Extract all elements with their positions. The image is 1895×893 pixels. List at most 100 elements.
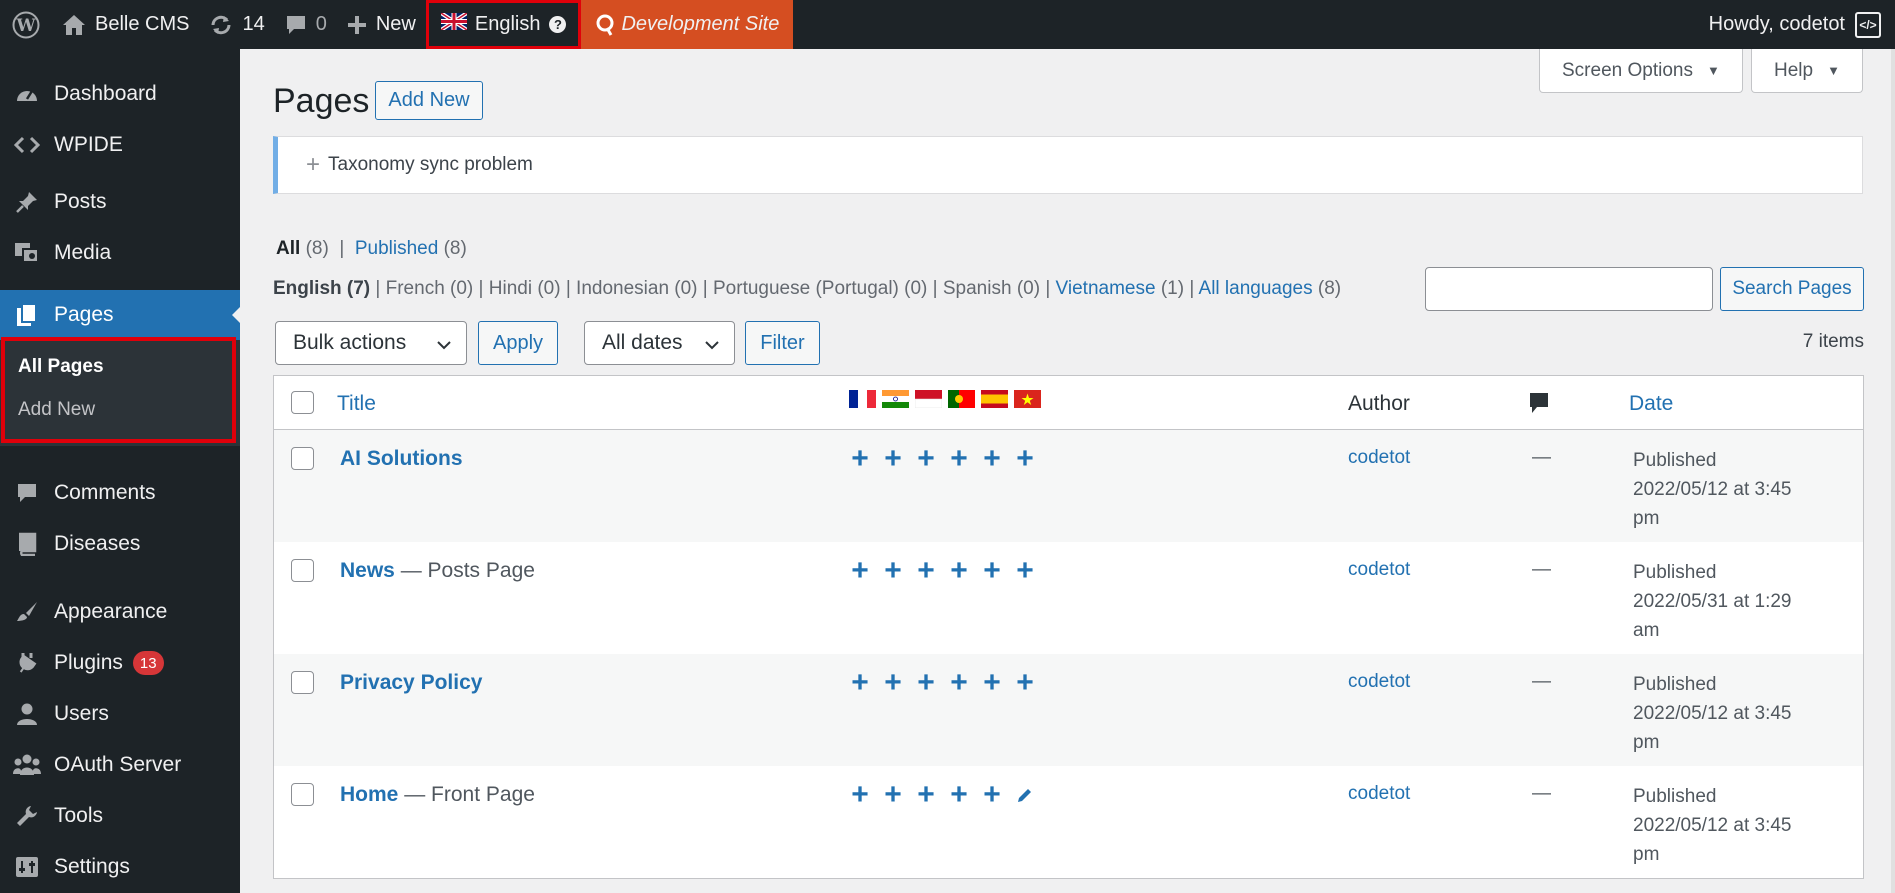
- sidebar-item-appearance[interactable]: Appearance: [0, 587, 240, 637]
- filter-published[interactable]: Published: [355, 238, 438, 259]
- add-translation-plus-icon[interactable]: +: [882, 556, 904, 586]
- author-link[interactable]: codetot: [1348, 559, 1410, 581]
- table-row: AI Solutions + + + + + + codetot — Publi…: [274, 430, 1863, 542]
- add-translation-plus-icon[interactable]: +: [849, 444, 871, 474]
- taxonomy-sync-notice[interactable]: + Taxonomy sync problem: [273, 136, 1863, 194]
- add-translation-plus-icon[interactable]: +: [981, 444, 1003, 474]
- column-title[interactable]: Title: [337, 392, 376, 416]
- row-checkbox[interactable]: [291, 783, 314, 806]
- caret-down-icon: ▼: [1827, 63, 1840, 78]
- sidebar-item-label: Plugins: [54, 651, 123, 674]
- plugins-update-badge: 13: [132, 651, 164, 675]
- site-name-link[interactable]: Belle CMS: [52, 0, 199, 49]
- plus-icon: [347, 15, 367, 35]
- language-switcher[interactable]: English ?: [425, 0, 582, 49]
- add-translation-plus-icon[interactable]: +: [882, 444, 904, 474]
- lang-filter-english[interactable]: English (7): [273, 278, 370, 299]
- add-translation-plus-icon[interactable]: +: [981, 556, 1003, 586]
- row-checkbox[interactable]: [291, 447, 314, 470]
- comments-link[interactable]: 0: [275, 0, 337, 49]
- column-date[interactable]: Date: [1629, 392, 1673, 416]
- post-time-suffix: pm: [1633, 508, 1660, 529]
- search-input[interactable]: [1425, 267, 1713, 311]
- brush-icon: [0, 600, 54, 624]
- author-link[interactable]: codetot: [1348, 671, 1410, 693]
- page-title-link[interactable]: AI Solutions: [340, 447, 463, 470]
- updates-link[interactable]: 14: [199, 0, 274, 49]
- home-icon: [62, 14, 86, 36]
- add-translation-plus-icon[interactable]: +: [915, 668, 937, 698]
- sidebar-item-diseases[interactable]: Diseases: [0, 519, 240, 569]
- sidebar-item-pages[interactable]: Pages: [0, 290, 240, 340]
- apply-button[interactable]: Apply: [478, 321, 558, 365]
- add-translation-plus-icon[interactable]: +: [849, 780, 871, 810]
- filter-button[interactable]: Filter: [745, 321, 820, 365]
- add-translation-plus-icon[interactable]: +: [948, 556, 970, 586]
- add-translation-plus-icon[interactable]: +: [948, 780, 970, 810]
- add-translation-plus-icon[interactable]: +: [948, 444, 970, 474]
- sidebar-item-comments[interactable]: Comments: [0, 468, 240, 518]
- comments-count: —: [1532, 559, 1551, 580]
- separator: |: [1189, 278, 1199, 299]
- add-translation-plus-icon[interactable]: +: [882, 668, 904, 698]
- page-title-link[interactable]: News: [340, 559, 395, 582]
- lang-filter-empty-languages[interactable]: French (0) | Hindi (0) | Indonesian (0) …: [386, 278, 1051, 299]
- add-translation-plus-icon[interactable]: +: [849, 668, 871, 698]
- add-translation-plus-icon[interactable]: +: [981, 668, 1003, 698]
- table-row: Home — Front Page + + + + + codetot — Pu…: [274, 766, 1863, 878]
- row-checkbox[interactable]: [291, 559, 314, 582]
- add-translation-plus-icon[interactable]: +: [882, 780, 904, 810]
- add-translation-plus-icon[interactable]: +: [948, 668, 970, 698]
- lang-filter-all-languages[interactable]: All languages: [1199, 278, 1313, 299]
- add-translation-plus-icon[interactable]: +: [915, 556, 937, 586]
- sidebar-item-users[interactable]: Users: [0, 689, 240, 739]
- author-link[interactable]: codetot: [1348, 447, 1410, 469]
- filter-all[interactable]: All: [276, 238, 300, 259]
- add-translation-plus-icon[interactable]: +: [915, 780, 937, 810]
- add-translation-plus-icon[interactable]: +: [1014, 668, 1036, 698]
- add-translation-plus-icon[interactable]: +: [1014, 556, 1036, 586]
- sidebar-item-label: Tools: [54, 804, 104, 827]
- date-filter-select[interactable]: All dates: [584, 321, 735, 365]
- bulk-actions-select[interactable]: Bulk actions: [275, 321, 467, 365]
- add-translation-plus-icon[interactable]: +: [915, 444, 937, 474]
- expand-plus-icon[interactable]: +: [306, 151, 320, 179]
- select-all-checkbox[interactable]: [291, 391, 314, 414]
- add-translation-plus-icon[interactable]: +: [981, 780, 1003, 810]
- wordpress-logo-icon[interactable]: W: [0, 0, 52, 49]
- groups-icon: [0, 753, 54, 777]
- sidebar-item-tools[interactable]: Tools: [0, 791, 240, 841]
- edit-translation-pencil-icon[interactable]: [1014, 784, 1036, 806]
- sidebar-item-plugins[interactable]: Plugins 13: [0, 638, 240, 688]
- sidebar-item-wpide[interactable]: WPIDE: [0, 120, 240, 170]
- admin-sidebar: Dashboard WPIDE Posts Media Pages All Pa…: [0, 49, 240, 893]
- post-time-suffix: pm: [1633, 732, 1660, 753]
- new-content-link[interactable]: New: [337, 0, 426, 49]
- lang-filter-vietnamese-count: (1): [1160, 278, 1185, 299]
- sidebar-item-posts[interactable]: Posts: [0, 177, 240, 227]
- add-translation-plus-icon[interactable]: +: [1014, 444, 1036, 474]
- add-translation-plus-icon[interactable]: +: [849, 556, 871, 586]
- post-status: Published: [1633, 562, 1717, 583]
- language-filters: English (7) | French (0) | Hindi (0) | I…: [273, 278, 1341, 300]
- lang-filter-vietnamese[interactable]: Vietnamese: [1056, 278, 1156, 299]
- page-title-link[interactable]: Privacy Policy: [340, 671, 482, 694]
- add-new-page-button[interactable]: Add New: [375, 81, 483, 120]
- search-pages-button[interactable]: Search Pages: [1720, 267, 1864, 311]
- page-scrollbar[interactable]: [1891, 49, 1895, 893]
- post-time-suffix: am: [1633, 620, 1660, 641]
- comments-column-icon[interactable]: [1528, 391, 1550, 420]
- screen-options-button[interactable]: Screen Options ▼: [1539, 49, 1743, 93]
- translation-actions: + + + + + +: [849, 668, 1036, 698]
- sidebar-item-dashboard[interactable]: Dashboard: [0, 69, 240, 119]
- development-site-badge[interactable]: Development Site: [581, 0, 794, 49]
- page-title-link[interactable]: Home: [340, 783, 398, 806]
- row-checkbox[interactable]: [291, 671, 314, 694]
- account-menu[interactable]: Howdy, codetot </>: [1709, 0, 1895, 49]
- sidebar-item-settings[interactable]: Settings: [0, 842, 240, 892]
- sidebar-item-oauth-server[interactable]: OAuth Server: [0, 740, 240, 790]
- sidebar-item-media[interactable]: Media: [0, 228, 240, 278]
- author-link[interactable]: codetot: [1348, 783, 1410, 805]
- media-icon: [0, 242, 54, 264]
- help-button[interactable]: Help ▼: [1751, 49, 1863, 93]
